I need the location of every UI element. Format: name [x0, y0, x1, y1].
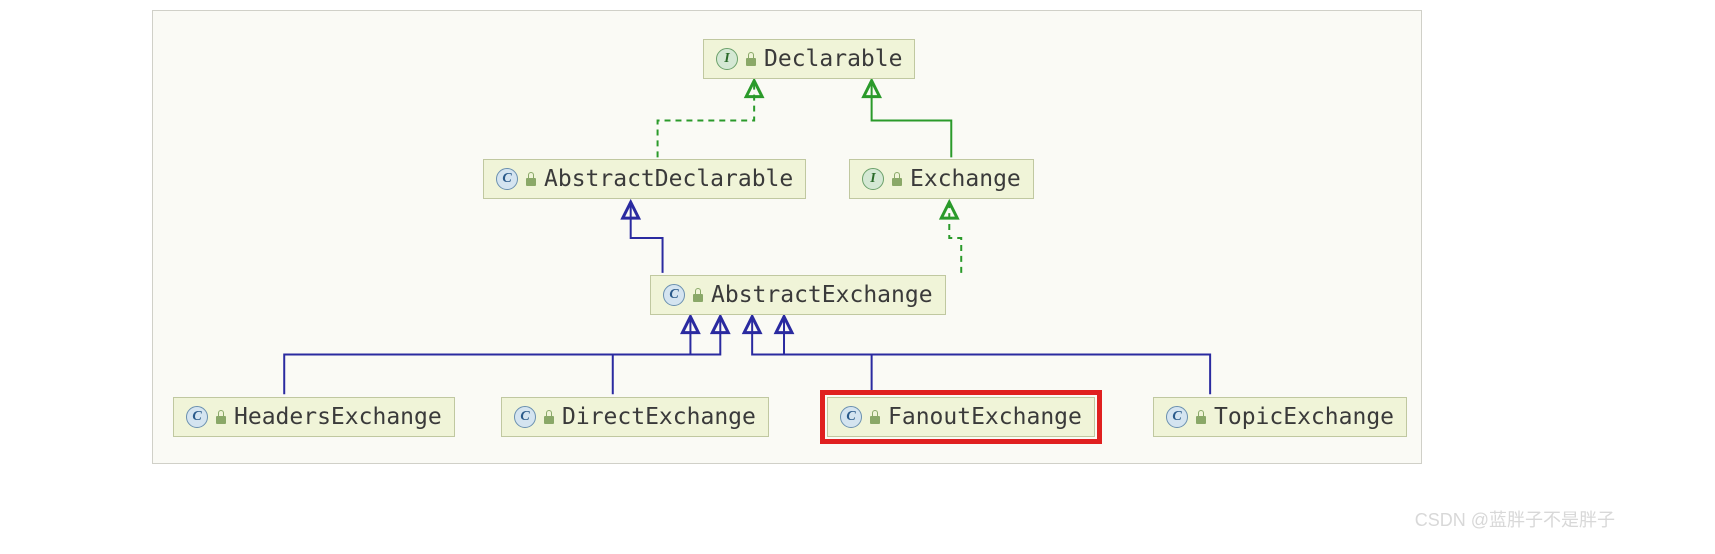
node-label: FanoutExchange: [888, 404, 1082, 430]
lock-icon: [1194, 410, 1208, 424]
lock-icon: [868, 410, 882, 424]
node-label: Declarable: [764, 46, 902, 72]
node-headers-exchange[interactable]: C HeadersExchange: [173, 397, 455, 437]
node-abstract-declarable[interactable]: C AbstractDeclarable: [483, 159, 806, 199]
node-declarable[interactable]: I Declarable: [703, 39, 915, 79]
lock-icon: [214, 410, 228, 424]
node-topic-exchange[interactable]: C TopicExchange: [1153, 397, 1407, 437]
lock-icon: [890, 172, 904, 186]
node-direct-exchange[interactable]: C DirectExchange: [501, 397, 769, 437]
class-icon: C: [514, 406, 536, 428]
node-label: TopicExchange: [1214, 404, 1394, 430]
node-abstract-exchange[interactable]: C AbstractExchange: [650, 275, 946, 315]
lock-icon: [542, 410, 556, 424]
class-icon: C: [496, 168, 518, 190]
class-icon: C: [1166, 406, 1188, 428]
class-icon: C: [663, 284, 685, 306]
lock-icon: [744, 52, 758, 66]
node-fanout-exchange[interactable]: C FanoutExchange: [827, 397, 1095, 437]
lock-icon: [524, 172, 538, 186]
class-icon: C: [840, 406, 862, 428]
interface-icon: I: [862, 168, 884, 190]
node-exchange[interactable]: I Exchange: [849, 159, 1034, 199]
watermark: CSDN @蓝胖子不是胖子: [1415, 506, 1615, 532]
diagram-frame: I Declarable C AbstractDeclarable I Exch…: [152, 10, 1422, 464]
node-label: Exchange: [910, 166, 1021, 192]
node-label: HeadersExchange: [234, 404, 442, 430]
interface-icon: I: [716, 48, 738, 70]
class-icon: C: [186, 406, 208, 428]
lock-icon: [691, 288, 705, 302]
node-label: AbstractExchange: [711, 282, 933, 308]
node-label: DirectExchange: [562, 404, 756, 430]
node-label: AbstractDeclarable: [544, 166, 793, 192]
